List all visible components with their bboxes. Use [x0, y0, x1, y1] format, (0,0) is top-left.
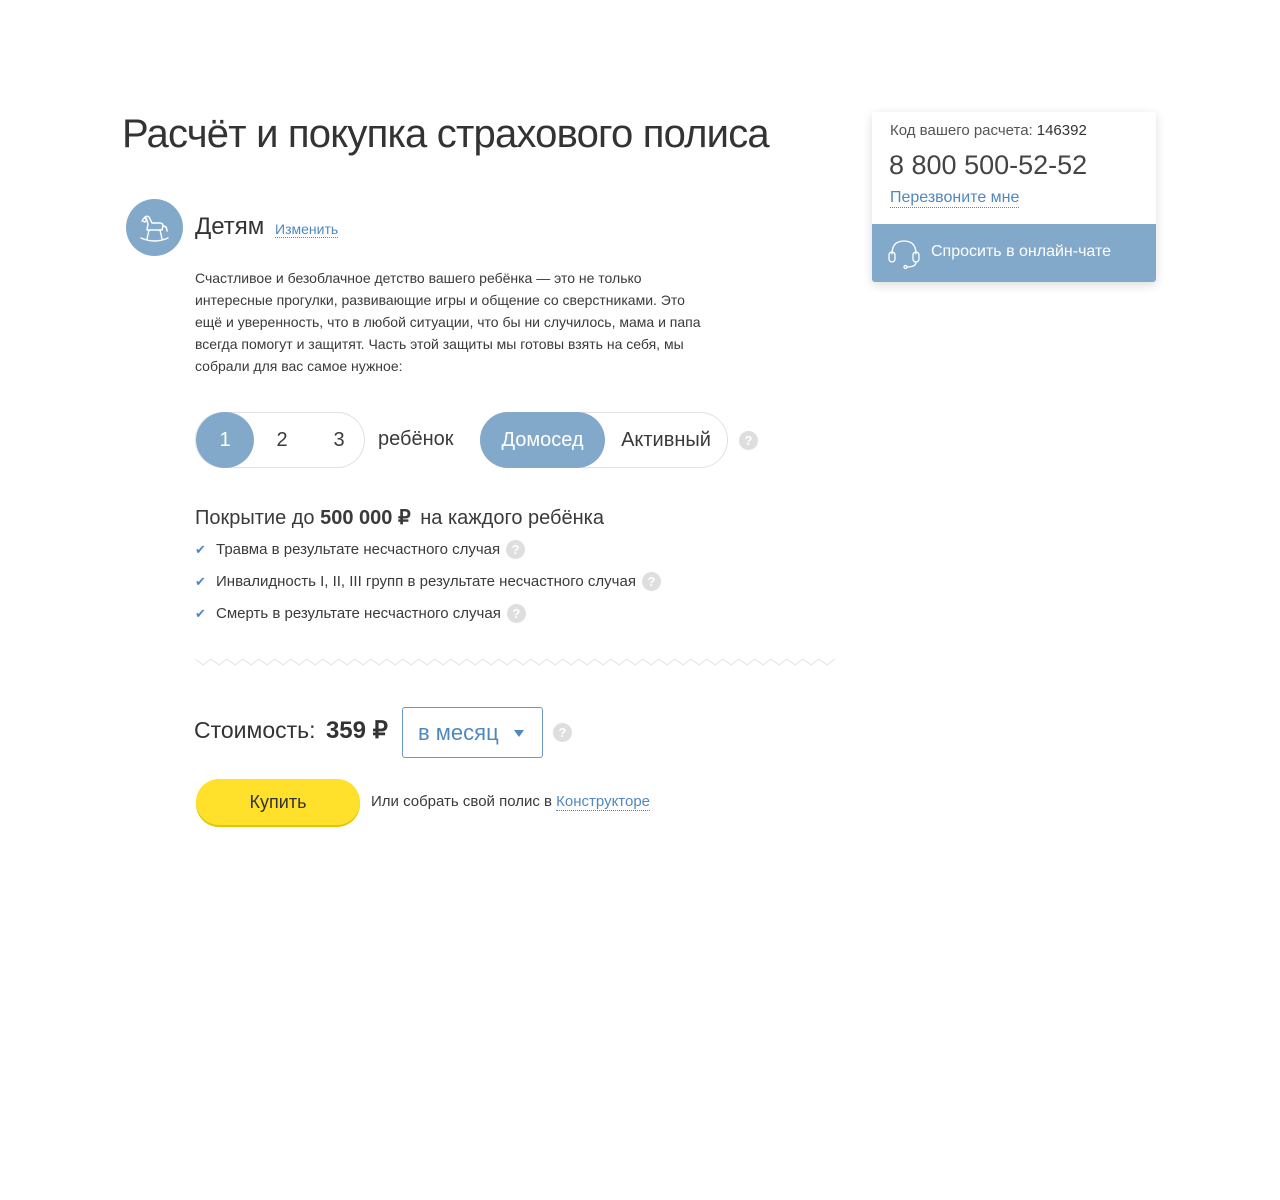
children-count-switch: 1 2 3	[195, 412, 365, 468]
risk-item: ✔ Травма в результате несчастного случая?	[195, 539, 526, 560]
payment-period-select[interactable]: в месяц	[402, 707, 543, 758]
risk-label: Смерть в результате несчастного случая	[216, 605, 501, 622]
calculation-code-value: 146392	[1036, 122, 1087, 139]
category-description: Счастливое и безоблачное детство вашего …	[195, 270, 701, 374]
risk-label: Травма в результате несчастного случая	[216, 541, 501, 558]
children-count-option-3[interactable]: 3	[310, 412, 368, 468]
callback-link[interactable]: Перезвоните мне	[890, 189, 1020, 208]
online-chat-button[interactable]: Спросить в онлайн-чате	[872, 224, 1156, 282]
risk-item: ✔ Смерть в результате несчастного случая?	[195, 603, 526, 624]
lifestyle-switch: Домосед Активный	[480, 412, 728, 468]
checkmark-icon: ✔	[195, 542, 206, 557]
cost-value: 359 ₽	[325, 717, 388, 744]
risk-item: ✔ Инвалидность I, II, III групп в результ…	[195, 571, 661, 592]
change-category-link[interactable]: Изменить	[275, 221, 339, 238]
checkmark-icon: ✔	[195, 606, 206, 621]
risk-help-icon[interactable]: ?	[506, 603, 526, 623]
children-count-option-1[interactable]: 1	[196, 412, 254, 468]
rocking-horse-icon	[126, 199, 183, 256]
constructor-hint: Или собрать свой полис в Конструкторе	[371, 793, 651, 811]
online-chat-label: Спросить в онлайн-чате	[931, 243, 1112, 260]
coverage-suffix: на каждого ребёнка	[420, 507, 604, 529]
children-count-option-2[interactable]: 2	[253, 412, 311, 468]
calculation-code: Код вашего расчета: 146392	[890, 122, 1087, 139]
chevron-down-icon	[514, 730, 524, 737]
checkmark-icon: ✔	[195, 574, 206, 589]
risk-help-icon[interactable]: ?	[641, 571, 661, 591]
page-title: Расчёт и покупка страхового полиса	[122, 112, 770, 156]
constructor-text: Или собрать свой полис в	[371, 793, 552, 810]
lifestyle-help-icon[interactable]: ?	[739, 431, 758, 450]
payment-period-value: в месяц	[418, 720, 499, 745]
cost-help-icon[interactable]: ?	[553, 723, 572, 742]
coverage-prefix: Покрытие до	[195, 507, 315, 529]
category-title: Детям	[195, 213, 265, 240]
phone-number[interactable]: 8 800 500-52-52	[889, 150, 1087, 181]
calculation-code-label: Код вашего расчета:	[890, 122, 1033, 139]
buy-button[interactable]: Купить	[196, 779, 360, 825]
cost-summary: Стоимость: 359 ₽	[194, 716, 388, 745]
headset-icon	[888, 240, 920, 270]
lifestyle-option-active[interactable]: Активный	[605, 412, 727, 468]
contact-card: Код вашего расчета: 146392 8 800 500-52-5…	[872, 112, 1156, 282]
constructor-link[interactable]: Конструкторе	[556, 793, 651, 811]
risk-help-icon[interactable]: ?	[506, 539, 526, 559]
coverage-summary: Покрытие до 500 000 ₽ на каждого ребёнка	[195, 505, 604, 530]
children-count-label: ребёнок	[378, 428, 454, 450]
coverage-amount: 500 000 ₽	[320, 507, 411, 529]
zigzag-divider	[195, 658, 835, 666]
cost-label: Стоимость:	[194, 717, 316, 743]
lifestyle-option-homebody[interactable]: Домосед	[480, 412, 605, 468]
risk-label: Инвалидность I, II, III групп в результа…	[216, 573, 636, 590]
